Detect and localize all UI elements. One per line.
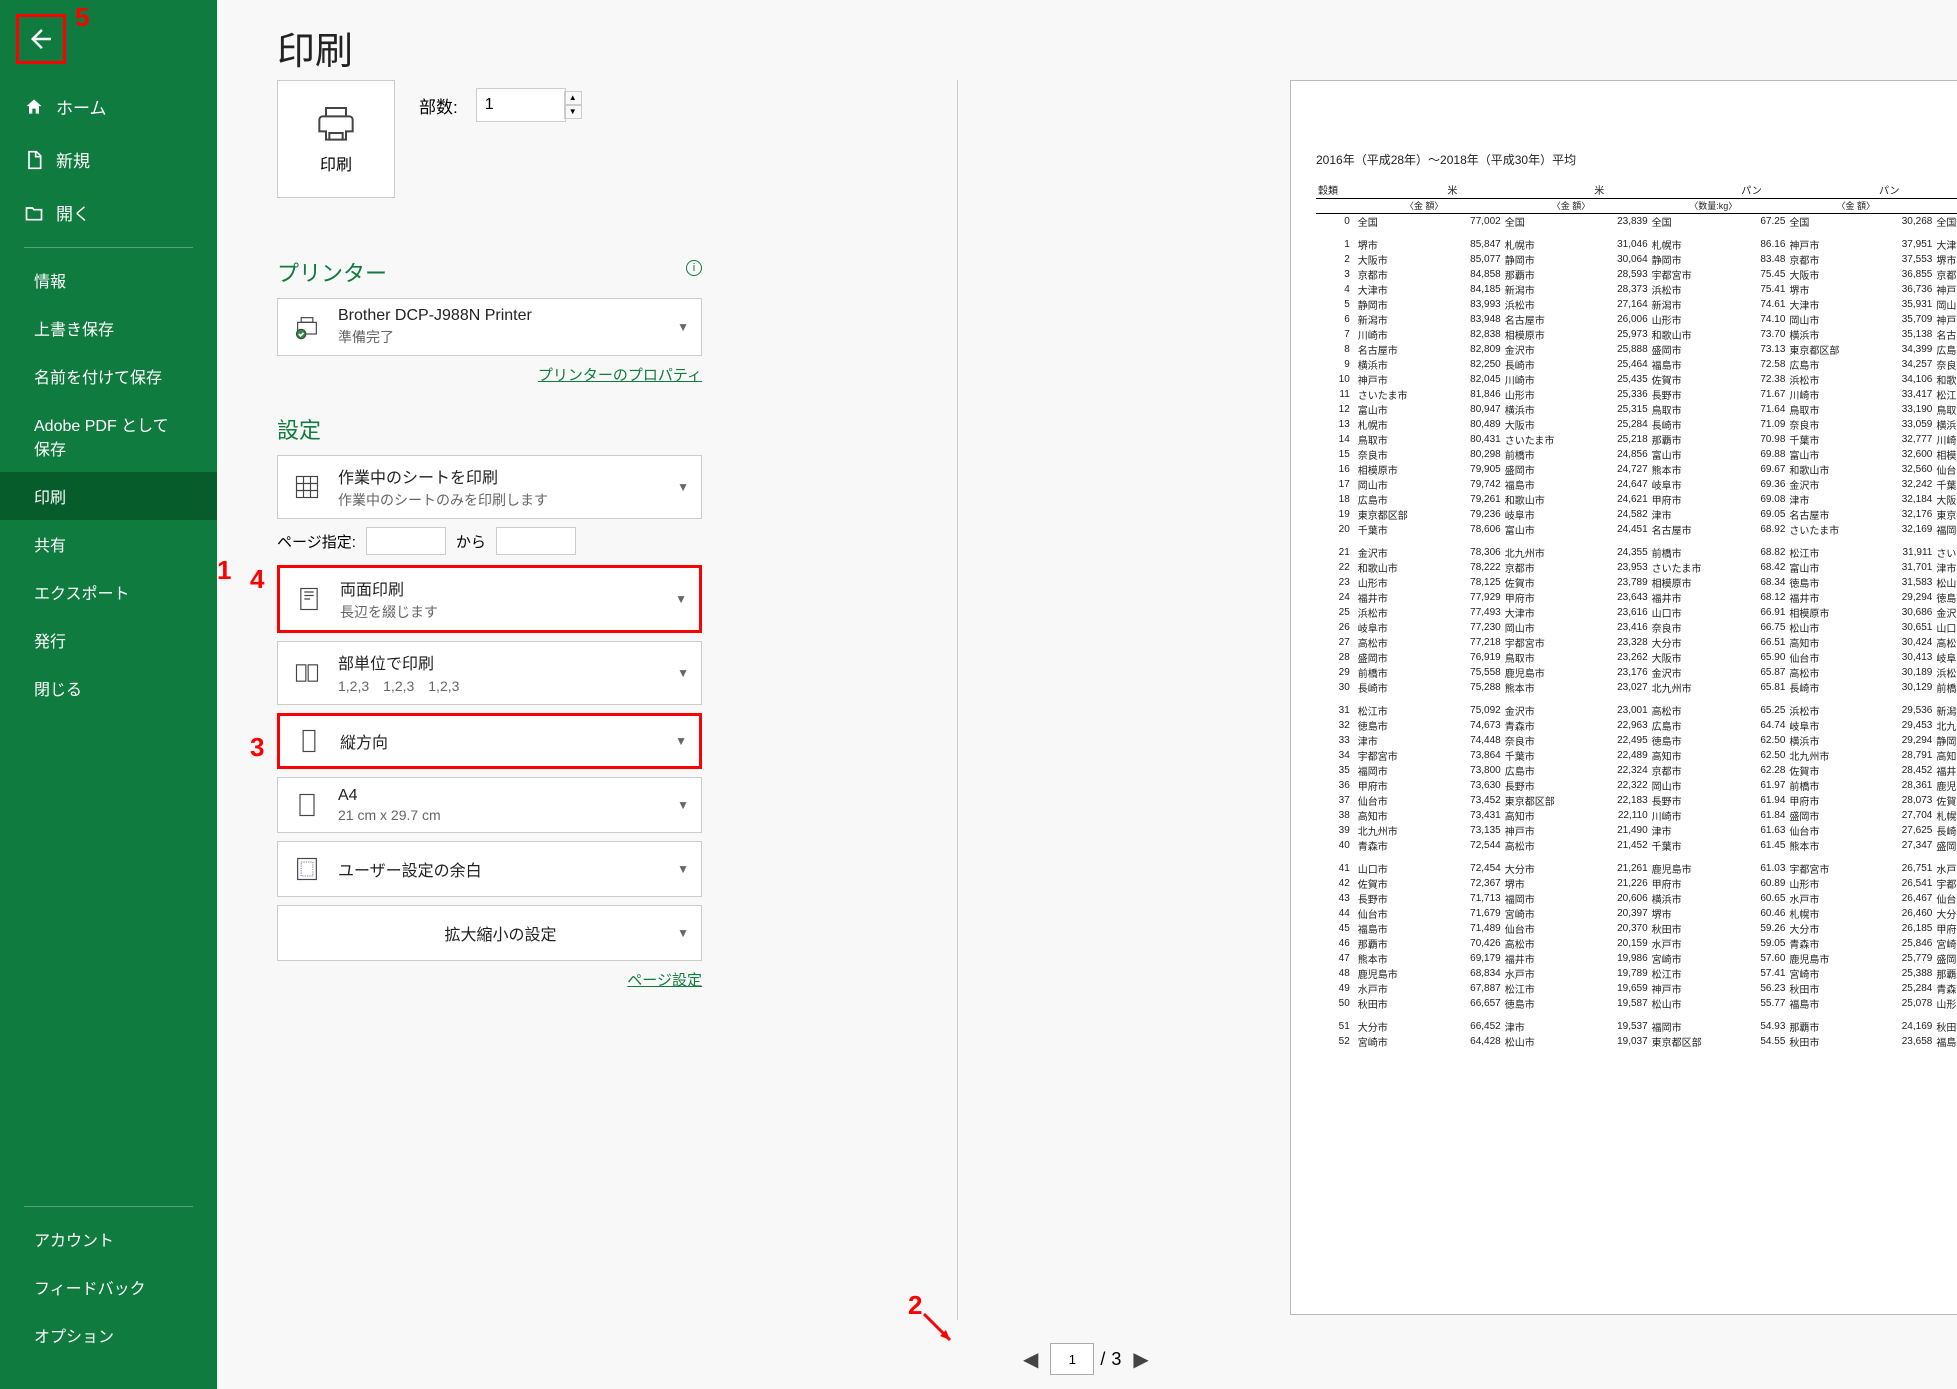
chevron-down-icon: ▼ xyxy=(677,926,689,940)
chevron-down-icon: ▼ xyxy=(677,480,689,494)
copies-input[interactable] xyxy=(476,88,566,122)
page-separator: / xyxy=(1100,1349,1105,1370)
margins-icon xyxy=(293,852,321,886)
print-pane: 印刷 印刷 部数: ▲▼ プリンターi Brother DCP-J988N Pr… xyxy=(217,0,1957,1389)
preview-table: 穀類米米パンパン〈金 額〉〈金 額〉〈数量:kg〉〈金 額〉〈0全国77,002… xyxy=(1316,182,1957,1049)
printer-name: Brother DCP-J988N Printer xyxy=(338,307,663,325)
setting-scaling[interactable]: 拡大縮小の設定 ▼ xyxy=(277,905,702,961)
info-icon[interactable]: i xyxy=(686,260,702,276)
copies-row: 部数: ▲▼ xyxy=(419,88,582,122)
next-page-button[interactable]: ▶ xyxy=(1127,1347,1154,1372)
sidebar-feedback[interactable]: フィードバック xyxy=(0,1263,217,1311)
total-pages: 3 xyxy=(1111,1349,1121,1370)
copies-up[interactable]: ▲ xyxy=(564,91,582,105)
sheet-icon xyxy=(293,470,321,504)
preview-title: 2016年（平成28年）～2018年（平成30年）平均 xyxy=(1316,151,1957,168)
current-page-input[interactable] xyxy=(1050,1343,1094,1375)
chevron-down-icon: ▼ xyxy=(677,862,689,876)
printer-selector[interactable]: Brother DCP-J988N Printer 準備完了 ▼ xyxy=(277,298,702,356)
printer-header: プリンターi xyxy=(277,256,702,288)
setting-paper[interactable]: A421 cm x 29.7 cm ▼ xyxy=(277,777,702,833)
sidebar-close[interactable]: 閉じる xyxy=(0,664,217,712)
sidebar-new[interactable]: 新規 xyxy=(0,133,217,186)
duplex-icon xyxy=(295,582,323,616)
callout-3: 3 xyxy=(250,732,264,763)
printer-icon xyxy=(311,103,361,143)
page-from-input[interactable] xyxy=(366,527,446,555)
page-navigator: ◀ / 3 ▶ xyxy=(1017,1343,1155,1375)
sidebar-saveas[interactable]: 名前を付けて保存 xyxy=(0,352,217,400)
printer-device-icon xyxy=(293,310,321,344)
copies-label: 部数: xyxy=(419,93,458,118)
setting-margins[interactable]: ユーザー設定の余白 ▼ xyxy=(277,841,702,897)
callout-5: 5 xyxy=(75,2,89,33)
sidebar-home[interactable]: ホーム xyxy=(0,80,217,133)
printer-status: 準備完了 xyxy=(338,327,663,347)
chevron-down-icon: ▼ xyxy=(677,798,689,812)
sidebar-save[interactable]: 上書き保存 xyxy=(0,304,217,352)
open-icon xyxy=(24,203,44,223)
prev-page-button[interactable]: ◀ xyxy=(1017,1347,1044,1372)
back-arrow-icon xyxy=(26,24,56,54)
callout-2-arrow-icon xyxy=(920,1310,960,1350)
home-icon xyxy=(24,97,44,117)
print-button-label: 印刷 xyxy=(320,151,352,175)
collate-icon xyxy=(293,656,321,690)
printer-properties-link[interactable]: プリンターのプロパティ xyxy=(277,364,702,385)
sidebar-info[interactable]: 情報 xyxy=(0,256,217,304)
back-button[interactable] xyxy=(16,14,66,64)
sidebar-publish[interactable]: 発行 xyxy=(0,616,217,664)
print-preview: 2016年（平成28年）～2018年（平成30年）平均 穀類米米パンパン〈金 額… xyxy=(1290,80,1957,1315)
sidebar-save-pdf[interactable]: Adobe PDF として保存 xyxy=(0,400,217,472)
page-range-to-label: から xyxy=(456,531,486,552)
sidebar-options[interactable]: オプション xyxy=(0,1311,217,1359)
sidebar-print[interactable]: 印刷 xyxy=(0,472,217,520)
page-setup-link[interactable]: ページ設定 xyxy=(277,969,702,990)
print-button[interactable]: 印刷 xyxy=(277,80,395,198)
vertical-separator xyxy=(957,80,958,1320)
page-to-input[interactable] xyxy=(496,527,576,555)
sidebar-account[interactable]: アカウント xyxy=(0,1215,217,1263)
chevron-down-icon: ▼ xyxy=(675,734,687,748)
chevron-down-icon: ▼ xyxy=(677,320,689,334)
page-title: 印刷 xyxy=(277,20,353,75)
sidebar-export[interactable]: エクスポート xyxy=(0,568,217,616)
setting-duplex[interactable]: 両面印刷長辺を綴じます ▼ xyxy=(277,565,702,633)
setting-orientation[interactable]: 縦方向 ▼ xyxy=(277,713,702,769)
backstage-sidebar: ホーム 新規 開く 情報 上書き保存 名前を付けて保存 Adobe PDF とし… xyxy=(0,0,217,1389)
setting-collate[interactable]: 部単位で印刷1,2,3 1,2,3 1,2,3 ▼ xyxy=(277,641,702,705)
page-range-row: ページ指定: から xyxy=(277,527,702,555)
callout-4: 4 xyxy=(250,564,264,595)
paper-icon xyxy=(293,788,321,822)
chevron-down-icon: ▼ xyxy=(677,666,689,680)
sidebar-share[interactable]: 共有 xyxy=(0,520,217,568)
page-range-label: ページ指定: xyxy=(277,531,356,552)
settings-header: 設定 xyxy=(277,413,702,445)
callout-1: 1 xyxy=(217,555,231,586)
new-icon xyxy=(24,150,44,170)
chevron-down-icon: ▼ xyxy=(675,592,687,606)
setting-print-area[interactable]: 作業中のシートを印刷作業中のシートのみを印刷します ▼ xyxy=(277,455,702,519)
portrait-icon xyxy=(295,724,323,758)
copies-down[interactable]: ▼ xyxy=(564,105,582,119)
sidebar-open[interactable]: 開く xyxy=(0,186,217,239)
